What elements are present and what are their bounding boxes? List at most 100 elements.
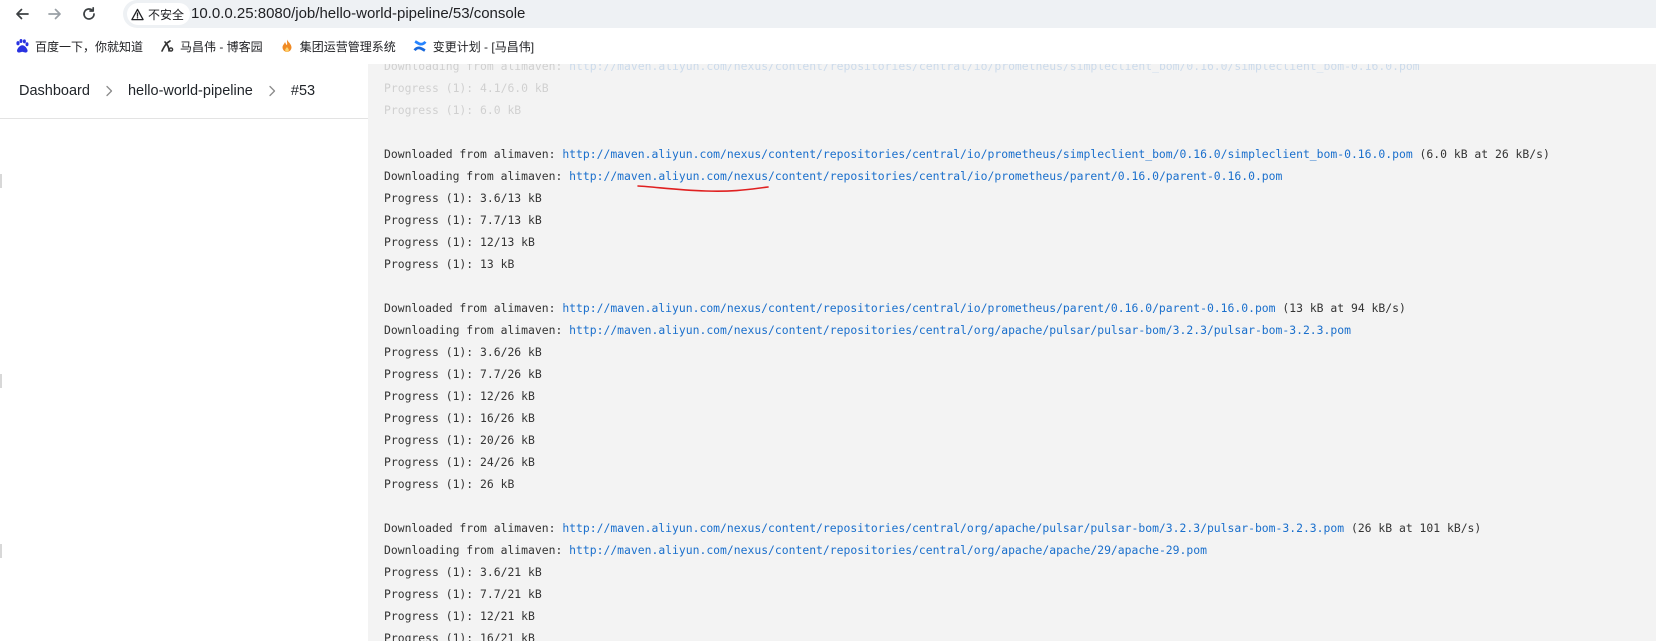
console-link[interactable]: http://maven.aliyun.com/nexus/content/re…	[562, 521, 1344, 535]
console-line-text: Downloaded from alimaven:	[384, 301, 563, 315]
bookmark-label: 集团运营管理系统	[299, 39, 396, 54]
console-line: Downloaded from alimaven: http://maven.a…	[384, 297, 1550, 319]
console-link[interactable]: http://maven.aliyun.com/nexus/content/re…	[569, 169, 1282, 183]
bookmark-baidu[interactable]: 百度一下，你就知道	[12, 33, 151, 59]
console-line: Progress (1): 12/26 kB	[384, 385, 1550, 407]
console-line-text: Progress (1): 12/26 kB	[384, 389, 535, 403]
arrow-left-icon	[16, 8, 29, 20]
console-line-text: Downloaded from alimaven:	[384, 147, 563, 161]
bookmarks-bar: 百度一下，你就知道 马昌伟 - 博客园 集团运营管理系统 变更计划 - [马昌伟…	[0, 28, 1656, 64]
bookmark-label: 变更计划 - [马昌伟]	[432, 39, 535, 54]
jenkins-page: Dashboard hello-world-pipeline #53 Downl…	[0, 64, 1656, 641]
console-line-text: Progress (1): 12/13 kB	[384, 235, 535, 249]
console-line-text: Progress (1): 16/21 kB	[384, 631, 535, 641]
back-button[interactable]	[9, 1, 35, 27]
console-line-text: Progress (1): 13 kB	[384, 257, 515, 271]
console-line-text: Progress (1): 4.1/6.0 kB	[384, 81, 549, 95]
console-line-text: Downloading from alimaven:	[384, 543, 570, 557]
console-line-text: Progress (1): 20/26 kB	[384, 433, 535, 447]
arrow-right-icon	[48, 8, 61, 20]
bookmark-label: 马昌伟 - 博客园	[180, 39, 263, 54]
console-line-suffix: (13 kB at 94 kB/s)	[1275, 301, 1406, 315]
console-line: Progress (1): 6.0 kB	[384, 99, 1550, 121]
bookmark-ops-system[interactable]: 集团运营管理系统	[277, 33, 404, 59]
console-line-text: Progress (1): 7.7/26 kB	[384, 367, 542, 381]
left-edge-mark	[0, 374, 2, 388]
console-line-text: Downloaded from alimaven:	[384, 521, 563, 535]
console-line: Downloaded from alimaven: http://maven.a…	[384, 517, 1550, 539]
console-line: Progress (1): 20/26 kB	[384, 429, 1550, 451]
chevron-right-icon	[104, 85, 114, 97]
console-line-text: Progress (1): 7.7/21 kB	[384, 587, 542, 601]
security-label: 不安全	[148, 7, 185, 22]
console-link[interactable]: http://maven.aliyun.com/nexus/content/re…	[569, 64, 1419, 73]
breadcrumb-divider	[0, 118, 368, 119]
console-line: Downloading from alimaven: http://maven.…	[384, 539, 1550, 561]
console-line: Progress (1): 12/13 kB	[384, 231, 1550, 253]
console-line-text: Progress (1): 3.6/21 kB	[384, 565, 542, 579]
console-line: Progress (1): 7.7/13 kB	[384, 209, 1550, 231]
console-line-text: Progress (1): 6.0 kB	[384, 103, 522, 117]
forward-button[interactable]	[42, 1, 68, 27]
console-link[interactable]: http://maven.aliyun.com/nexus/content/re…	[569, 323, 1351, 337]
console-line: Progress (1): 16/26 kB	[384, 407, 1550, 429]
console-line-text: Downloading from alimaven:	[384, 323, 570, 337]
console-link[interactable]: http://maven.aliyun.com/nexus/content/re…	[562, 147, 1412, 161]
console-line-text: Progress (1): 3.6/13 kB	[384, 191, 542, 205]
console-line-text: Progress (1): 3.6/26 kB	[384, 345, 542, 359]
breadcrumb-build[interactable]: #53	[291, 83, 315, 99]
chevron-right-icon	[267, 85, 277, 97]
url-text[interactable]: 10.0.0.25:8080/job/hello-world-pipeline/…	[191, 5, 525, 22]
console-line: Progress (1): 16/21 kB	[384, 627, 1550, 641]
console-line-text: Progress (1): 16/26 kB	[384, 411, 535, 425]
bookmark-label: 百度一下，你就知道	[35, 39, 144, 54]
security-indicator[interactable]: 不安全	[127, 3, 191, 25]
console-link[interactable]: http://maven.aliyun.com/nexus/content/re…	[562, 301, 1275, 315]
console-line: Progress (1): 3.6/13 kB	[384, 187, 1550, 209]
bookmark-cnblogs[interactable]: 马昌伟 - 博客园	[157, 33, 271, 59]
cnblogs-icon	[161, 40, 174, 52]
console-line-text: Downloading from alimaven:	[384, 64, 570, 73]
breadcrumb: Dashboard hello-world-pipeline #53	[0, 64, 368, 118]
breadcrumb-dashboard[interactable]: Dashboard	[19, 83, 90, 99]
console-line: Progress (1): 24/26 kB	[384, 451, 1550, 473]
console-lines: Downloading from alimaven: http://maven.…	[384, 64, 1550, 641]
flame-logo-icon	[282, 39, 292, 52]
console-line-text: Downloading from alimaven:	[384, 169, 570, 183]
console-line-suffix: (6.0 kB at 26 kB/s)	[1412, 147, 1550, 161]
console-line: Progress (1): 26 kB	[384, 473, 1550, 495]
console-output[interactable]: Downloading from alimaven: http://maven.…	[368, 64, 1656, 641]
console-line-suffix: (26 kB at 101 kB/s)	[1344, 521, 1482, 535]
console-line: Progress (1): 3.6/21 kB	[384, 561, 1550, 583]
console-line: Downloading from alimaven: http://maven.…	[384, 319, 1550, 341]
confluence-icon	[413, 40, 427, 52]
baidu-paw-icon	[16, 39, 29, 53]
console-line: Progress (1): 4.1/6.0 kB	[384, 77, 1550, 99]
console-line-text: Progress (1): 12/21 kB	[384, 609, 535, 623]
bookmark-change-plan[interactable]: 变更计划 - [马昌伟]	[410, 33, 542, 59]
breadcrumb-job[interactable]: hello-world-pipeline	[128, 83, 253, 99]
console-line: Downloaded from alimaven: http://maven.a…	[384, 143, 1550, 165]
reload-icon	[83, 6, 95, 20]
console-line: Downloading from alimaven: http://maven.…	[384, 165, 1550, 187]
console-line: Progress (1): 3.6/26 kB	[384, 341, 1550, 363]
console-line: Downloading from alimaven: http://maven.…	[384, 64, 1550, 77]
reload-button[interactable]	[76, 1, 102, 27]
console-line: Progress (1): 13 kB	[384, 253, 1550, 275]
console-line-text: Progress (1): 26 kB	[384, 477, 515, 491]
console-line: Progress (1): 7.7/26 kB	[384, 363, 1550, 385]
console-line-text: Progress (1): 24/26 kB	[384, 455, 535, 469]
red-underline-annotation	[637, 185, 769, 192]
left-edge-mark	[0, 174, 2, 188]
browser-toolbar: 不安全 10.0.0.25:8080/job/hello-world-pipel…	[0, 0, 1656, 28]
console-link[interactable]: http://maven.aliyun.com/nexus/content/re…	[569, 543, 1207, 557]
console-line-text: Progress (1): 7.7/13 kB	[384, 213, 542, 227]
console-line: Progress (1): 7.7/21 kB	[384, 583, 1550, 605]
address-bar[interactable]: 不安全 10.0.0.25:8080/job/hello-world-pipel…	[123, 0, 1656, 28]
console-line: Progress (1): 12/21 kB	[384, 605, 1550, 627]
warning-icon	[131, 8, 144, 20]
left-edge-mark	[0, 544, 2, 558]
